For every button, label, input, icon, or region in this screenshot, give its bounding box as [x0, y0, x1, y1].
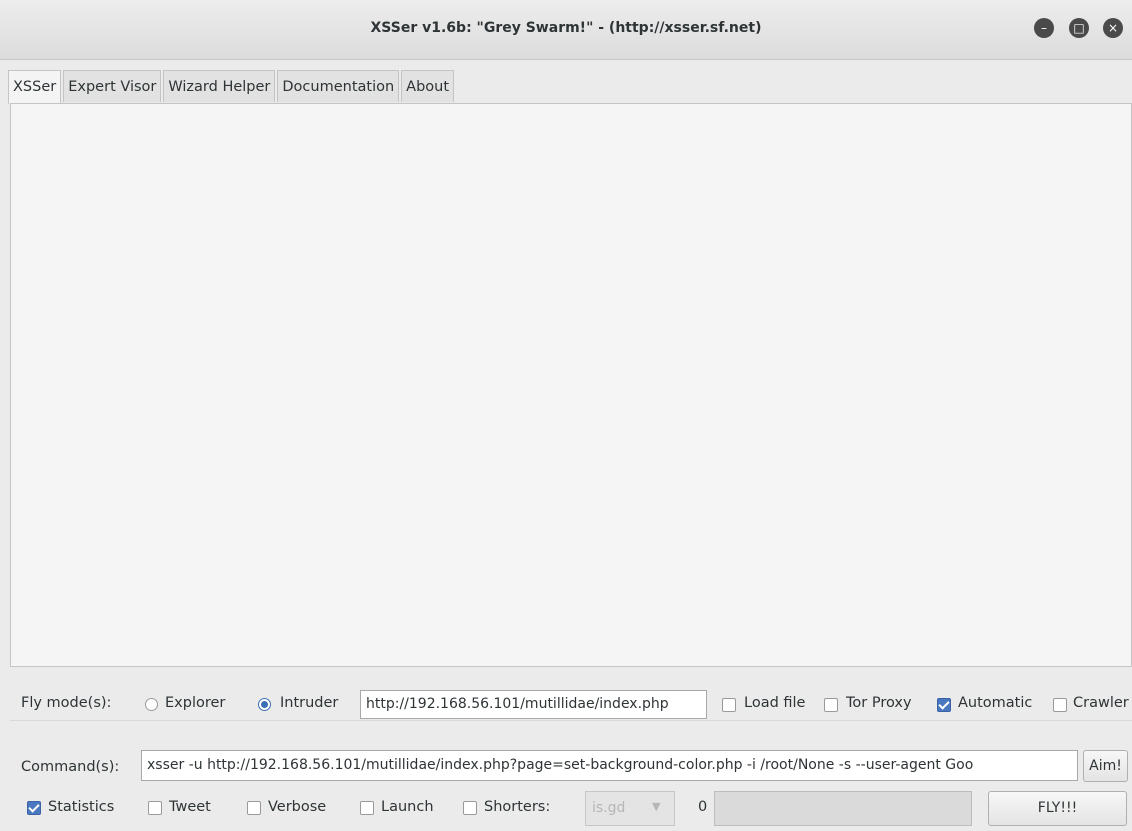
separator	[10, 720, 1132, 721]
command-input[interactable]: xsser -u http://192.168.56.101/mutillida…	[141, 750, 1078, 781]
tweet-checkbox[interactable]	[148, 801, 162, 815]
statistics-checkbox[interactable]	[27, 801, 41, 815]
statistics-label: Statistics	[48, 799, 115, 815]
shortener-value: is.gd	[592, 800, 626, 816]
counter-value: 0	[698, 799, 708, 815]
launch-checkbox[interactable]	[360, 801, 374, 815]
intruder-label: Intruder	[280, 695, 339, 711]
target-url-input[interactable]: http://192.168.56.101/mutillidae/index.p…	[360, 690, 707, 719]
chevron-down-icon: ▼	[652, 800, 661, 813]
shorters-label: Shorters:	[484, 799, 551, 815]
tab-documentation[interactable]: Documentation	[277, 70, 400, 102]
tor-proxy-label: Tor Proxy	[846, 695, 912, 711]
progress-bar	[714, 791, 972, 826]
window-titlebar: XSSer v1.6b: "Grey Swarm!" - (http://xss…	[0, 0, 1132, 60]
verbose-checkbox[interactable]	[247, 801, 261, 815]
tor-proxy-checkbox[interactable]	[824, 698, 838, 712]
load-file-label: Load file	[744, 695, 806, 711]
tab-about[interactable]: About	[401, 70, 455, 102]
command-label: Command(s):	[21, 759, 120, 775]
close-icon[interactable]: ×	[1103, 18, 1123, 38]
explorer-radio[interactable]	[145, 698, 158, 711]
fly-button[interactable]: FLY!!!	[988, 791, 1127, 826]
automatic-checkbox[interactable]	[937, 698, 951, 712]
minimize-icon[interactable]: –	[1034, 18, 1054, 38]
launch-label: Launch	[381, 799, 434, 815]
shortener-select[interactable]: is.gd ▼	[585, 791, 675, 826]
load-file-checkbox[interactable]	[722, 698, 736, 712]
tab-xsser[interactable]: XSSer	[8, 70, 62, 104]
tweet-label: Tweet	[169, 799, 211, 815]
shorters-checkbox[interactable]	[463, 801, 477, 815]
tab-expert-visor[interactable]: Expert Visor	[63, 70, 162, 102]
maximize-icon[interactable]: □	[1069, 18, 1089, 38]
explorer-label: Explorer	[165, 695, 226, 711]
main-output-area[interactable]	[10, 103, 1132, 667]
crawler-label: Crawler	[1073, 695, 1129, 711]
fly-mode-label: Fly mode(s):	[21, 695, 112, 711]
tab-bar: XSSer Expert Visor Wizard Helper Documen…	[8, 70, 456, 104]
verbose-label: Verbose	[268, 799, 327, 815]
automatic-label: Automatic	[958, 695, 1033, 711]
tab-wizard-helper[interactable]: Wizard Helper	[163, 70, 276, 102]
crawler-checkbox[interactable]	[1053, 698, 1067, 712]
window-title: XSSer v1.6b: "Grey Swarm!" - (http://xss…	[370, 20, 762, 36]
aim-button[interactable]: Aim!	[1083, 750, 1128, 782]
intruder-radio[interactable]	[258, 698, 271, 711]
